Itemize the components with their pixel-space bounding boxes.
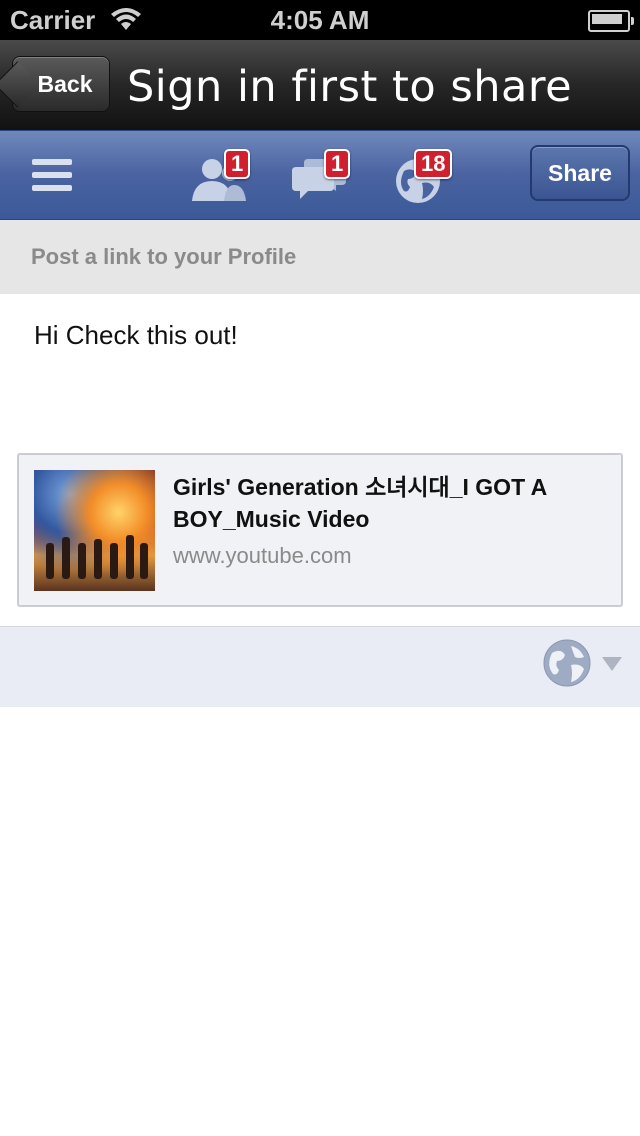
messages-badge: 1 (324, 149, 351, 179)
video-thumbnail (34, 470, 155, 591)
composer-header: Post a link to your Profile (0, 220, 640, 294)
messages-button[interactable]: 1 (292, 149, 352, 205)
friend-requests-button[interactable]: 1 (190, 149, 251, 205)
chevron-down-icon[interactable] (602, 657, 622, 671)
link-preview-card[interactable]: Girls' Generation 소녀시대_I GOT A BOY_Music… (17, 453, 623, 607)
status-bar: Carrier 4:05 AM (0, 0, 640, 40)
facebook-toolbar: 1 1 18 Share (0, 130, 640, 221)
audience-bar (0, 626, 640, 707)
page-title: Sign in first to share (127, 62, 573, 112)
navigation-bar: Back Sign in first to share (0, 40, 640, 131)
back-button[interactable]: Back (12, 56, 110, 112)
friend-requests-badge: 1 (224, 149, 251, 179)
back-button-label: Back (37, 70, 93, 97)
share-button[interactable]: Share (530, 145, 630, 201)
clock: 4:05 AM (270, 5, 370, 35)
globe-icon[interactable] (542, 638, 592, 688)
notifications-button[interactable]: 18 (394, 149, 464, 205)
menu-icon[interactable] (32, 159, 72, 191)
notifications-badge: 18 (414, 149, 453, 179)
message-text[interactable]: Hi Check this out! (34, 320, 238, 351)
battery-icon (588, 10, 634, 32)
link-title: Girls' Generation 소녀시대_I GOT A BOY_Music… (173, 474, 547, 532)
link-domain: www.youtube.com (173, 543, 352, 568)
